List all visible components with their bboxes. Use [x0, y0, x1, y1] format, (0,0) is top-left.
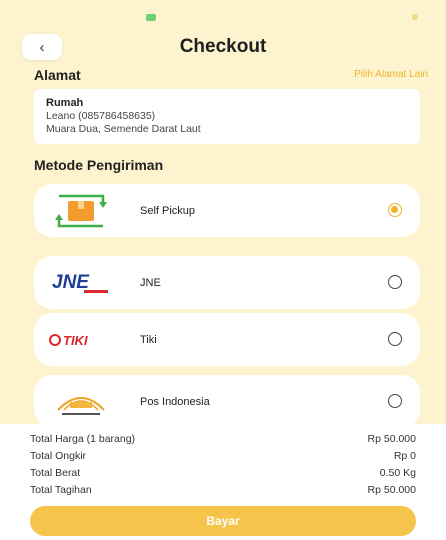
shipping-option-label: JNE — [140, 276, 161, 289]
summary-value: Rp 50.000 — [367, 484, 416, 496]
jne-logo: JNE — [46, 264, 116, 302]
pay-button[interactable]: Bayar — [30, 506, 416, 536]
summary-row: Total Harga (1 barang) Rp 50.000 — [30, 433, 416, 445]
summary-row: Total Ongkir Rp 0 — [30, 450, 416, 462]
summary-label: Total Tagihan — [30, 484, 92, 496]
page-title: Checkout — [179, 36, 267, 57]
address-card[interactable]: Rumah Leano (085786458635) Muara Dua, Se… — [34, 89, 420, 144]
summary-label: Total Harga (1 barang) — [30, 433, 136, 445]
shipping-option-tiki[interactable]: TIKI Tiki — [34, 313, 420, 366]
address-section-label: Alamat — [34, 67, 81, 83]
summary-label: Total Ongkir — [30, 450, 87, 462]
svg-text:JNE: JNE — [52, 272, 90, 293]
shipping-option-label: Pos Indonesia — [140, 395, 210, 408]
svg-text:TIKI: TIKI — [63, 333, 88, 348]
shipping-section-label: Metode Pengiriman — [34, 157, 164, 173]
self-pickup-icon — [46, 192, 116, 230]
summary-row: Total Berat 0.50 Kg — [30, 467, 416, 479]
radio-selected[interactable] — [388, 203, 402, 217]
address-location: Muara Dua, Semende Darat Laut — [46, 123, 201, 135]
summary-value: 0.50 Kg — [379, 467, 416, 479]
radio-unselected[interactable] — [388, 275, 402, 289]
pos-indonesia-logo — [46, 383, 116, 421]
status-dot-right — [412, 14, 418, 20]
summary-value: Rp 50.000 — [367, 433, 416, 445]
summary-value: Rp 0 — [393, 450, 416, 462]
address-recipient: Leano (085786458635) — [46, 110, 156, 122]
status-indicator — [146, 14, 156, 21]
summary-label: Total Berat — [30, 467, 81, 479]
radio-unselected[interactable] — [388, 394, 402, 408]
shipping-option-jne[interactable]: JNE JNE — [34, 256, 420, 309]
tiki-logo: TIKI — [46, 321, 116, 359]
shipping-option-label: Self Pickup — [140, 204, 196, 217]
radio-unselected[interactable] — [388, 332, 402, 346]
summary-row: Total Tagihan Rp 50.000 — [30, 484, 416, 496]
change-address-link[interactable]: Pilih Alamat Lain — [354, 69, 428, 80]
shipping-option-self-pickup[interactable]: Self Pickup — [34, 184, 420, 237]
address-name: Rumah — [46, 97, 84, 109]
shipping-option-label: Tiki — [140, 333, 157, 346]
shipping-option-pos-indonesia[interactable]: Pos Indonesia — [34, 375, 420, 428]
